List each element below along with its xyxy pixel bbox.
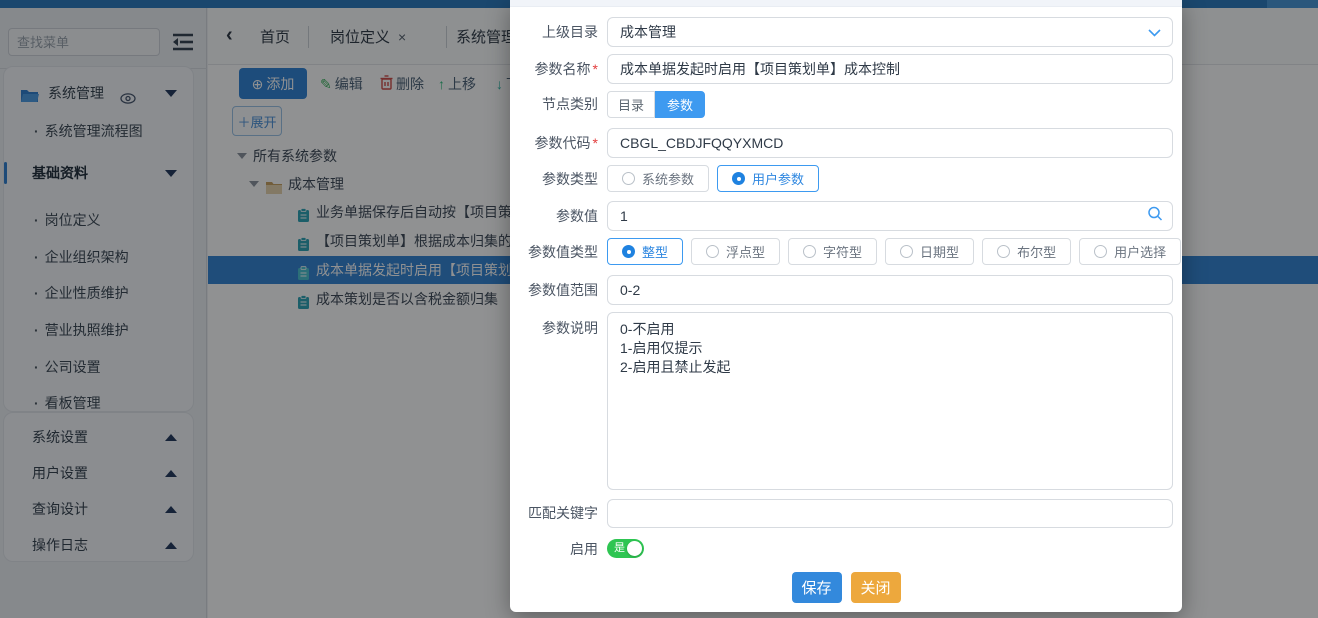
param-code-input[interactable]	[607, 128, 1173, 158]
parent-dir-select[interactable]: 成本管理	[607, 17, 1173, 47]
radio-icon	[900, 245, 913, 258]
param-value-input[interactable]	[607, 201, 1173, 231]
parent-dir-label: 上级目录	[510, 17, 598, 47]
node-type-option-directory[interactable]: 目录	[607, 91, 655, 118]
value-range-input[interactable]	[607, 275, 1173, 305]
param-value-label: 参数值	[510, 201, 598, 231]
param-desc-textarea[interactable]: 0-不启用 1-启用仅提示 2-启用且禁止发起	[607, 312, 1173, 490]
radio-icon	[622, 172, 635, 185]
node-type-label: 节点类别	[510, 91, 598, 118]
radio-label: 用户参数	[752, 169, 804, 188]
close-button[interactable]: 关闭	[851, 572, 901, 603]
radio-label: 系统参数	[642, 169, 694, 188]
radio-icon	[1094, 245, 1107, 258]
required-asterisk: *	[593, 61, 598, 77]
radio-system-param[interactable]: 系统参数	[607, 165, 709, 192]
save-button[interactable]: 保存	[792, 572, 842, 603]
radio-string[interactable]: 字符型	[788, 238, 877, 265]
search-icon[interactable]	[1147, 206, 1163, 227]
match-keyword-input[interactable]	[607, 499, 1173, 528]
enabled-toggle[interactable]: 是	[607, 539, 644, 558]
value-type-radio-group: 整型 浮点型 字符型 日期型 布尔型 用户选择	[607, 238, 1173, 265]
radio-label: 整型	[642, 242, 668, 261]
radio-user-select[interactable]: 用户选择	[1079, 238, 1181, 265]
radio-label: 布尔型	[1017, 242, 1056, 261]
param-code-label: 参数代码*	[510, 128, 598, 158]
parameter-edit-dialog: 上级目录 成本管理 参数名称* 节点类别 目录 参数 参数代码*	[510, 0, 1182, 612]
node-type-option-parameter[interactable]: 参数	[655, 91, 705, 118]
dialog-header-strip	[510, 0, 1182, 7]
radio-icon	[706, 245, 719, 258]
radio-icon	[732, 172, 745, 185]
toggle-on-label: 是	[614, 542, 625, 555]
radio-icon	[622, 245, 635, 258]
param-name-input[interactable]	[607, 54, 1173, 84]
radio-icon	[803, 245, 816, 258]
chevron-down-icon	[1148, 24, 1161, 40]
parent-dir-value: 成本管理	[620, 22, 676, 42]
param-type-label: 参数类型	[510, 165, 598, 193]
radio-boolean[interactable]: 布尔型	[982, 238, 1071, 265]
radio-label: 用户选择	[1114, 242, 1166, 261]
radio-date[interactable]: 日期型	[885, 238, 974, 265]
enabled-label: 启用	[510, 539, 598, 559]
value-type-label: 参数值类型	[510, 238, 598, 266]
param-name-label: 参数名称*	[510, 54, 598, 84]
radio-user-param[interactable]: 用户参数	[717, 165, 819, 192]
param-type-radio-group: 系统参数 用户参数	[607, 165, 1173, 192]
value-range-label: 参数值范围	[510, 275, 598, 305]
toggle-knob	[627, 541, 642, 556]
radio-icon	[997, 245, 1010, 258]
radio-float[interactable]: 浮点型	[691, 238, 780, 265]
param-desc-label: 参数说明	[510, 312, 598, 338]
radio-label: 浮点型	[726, 242, 765, 261]
node-type-segmented: 目录 参数	[607, 91, 705, 118]
dialog-footer: 保存 关闭	[510, 572, 1182, 603]
radio-label: 日期型	[920, 242, 959, 261]
required-asterisk: *	[593, 135, 598, 151]
app-root: 系统管理 系统管理流程图 基础资料 岗位定义 企业组织架构 企业性质维护 营业执…	[0, 0, 1318, 618]
match-keyword-label: 匹配关键字	[510, 499, 598, 528]
radio-integer[interactable]: 整型	[607, 238, 683, 265]
radio-label: 字符型	[823, 242, 862, 261]
